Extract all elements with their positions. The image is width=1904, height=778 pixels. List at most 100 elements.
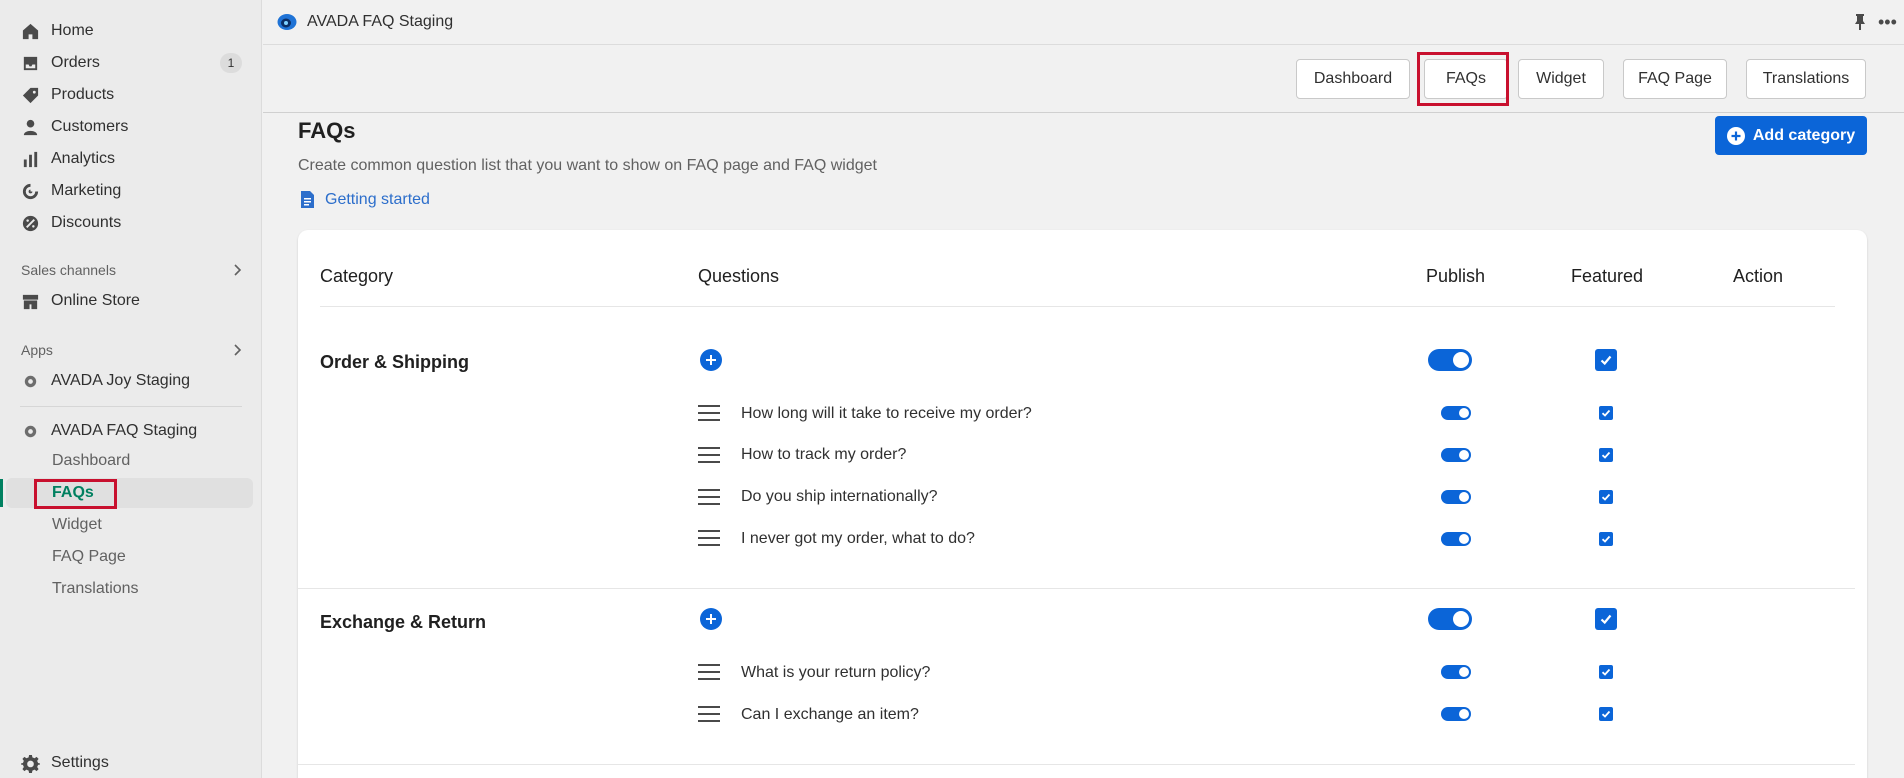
sidebar: Home Orders 1 Products Customers Analyti…	[0, 0, 262, 778]
tab-faq-page[interactable]: FAQ Page	[1623, 59, 1727, 99]
getting-started-link[interactable]: Getting started	[300, 190, 430, 209]
question-text[interactable]: Can I exchange an item?	[741, 706, 919, 724]
column-header-questions: Questions	[698, 266, 780, 286]
plus-circle-icon	[1726, 126, 1745, 145]
question-publish-toggle[interactable]	[1441, 665, 1471, 679]
sales-channels-label: Sales channels	[21, 262, 116, 278]
drag-handle-icon[interactable]	[698, 446, 720, 464]
sub-item-active-background	[6, 478, 253, 508]
category-publish-toggle[interactable]	[1428, 608, 1472, 630]
drag-handle-icon[interactable]	[698, 404, 720, 422]
person-icon	[20, 117, 40, 137]
sidebar-item-marketing[interactable]: Marketing	[20, 176, 252, 206]
category-divider	[298, 588, 1855, 589]
category-featured-checkbox[interactable]	[1595, 349, 1617, 371]
sidebar-subitem-faqs[interactable]: FAQs	[52, 479, 94, 507]
add-question-button[interactable]	[700, 349, 722, 371]
question-text[interactable]: I never got my order, what to do?	[741, 530, 975, 548]
sidebar-item-label: AVADA Joy Staging	[51, 372, 191, 389]
tab-widget[interactable]: Widget	[1518, 59, 1604, 99]
question-featured-checkbox[interactable]	[1599, 665, 1613, 679]
column-header-publish: Publish	[1426, 266, 1486, 286]
drag-handle-icon[interactable]	[698, 529, 720, 547]
category-divider	[298, 764, 1855, 765]
sidebar-subitem-widget[interactable]: Widget	[52, 511, 102, 539]
apps-label: Apps	[21, 342, 53, 358]
sidebar-item-discounts[interactable]: Discounts	[20, 208, 252, 238]
drag-handle-icon[interactable]	[698, 663, 720, 681]
question-publish-toggle[interactable]	[1441, 490, 1471, 504]
sidebar-item-customers[interactable]: Customers	[20, 112, 252, 142]
app-logo-icon	[277, 14, 297, 30]
chevron-right-icon	[234, 344, 242, 356]
chevron-right-icon	[234, 264, 242, 276]
sidebar-item-label: AVADA FAQ Staging	[51, 422, 198, 439]
question-text[interactable]: Do you ship internationally?	[741, 488, 938, 506]
category-publish-toggle[interactable]	[1428, 349, 1472, 371]
tab-faqs[interactable]: FAQs	[1424, 59, 1508, 99]
sidebar-item-label: Home	[51, 22, 94, 39]
category-name: Exchange & Return	[320, 612, 487, 632]
question-publish-toggle[interactable]	[1441, 532, 1471, 546]
plus-icon	[706, 355, 716, 365]
sidebar-item-online-store[interactable]: Online Store	[20, 286, 252, 316]
sidebar-item-label: Orders	[51, 54, 100, 71]
add-question-button[interactable]	[700, 608, 722, 630]
add-category-button[interactable]: Add category	[1715, 116, 1867, 155]
sub-item-active-indicator	[0, 479, 3, 507]
sidebar-item-products[interactable]: Products	[20, 80, 252, 110]
question-publish-toggle[interactable]	[1441, 406, 1471, 420]
sidebar-item-label: Online Store	[51, 292, 140, 309]
store-icon	[20, 291, 40, 311]
apps-header[interactable]: Apps	[21, 340, 243, 360]
question-publish-toggle[interactable]	[1441, 707, 1471, 721]
orders-icon	[20, 53, 40, 73]
question-text[interactable]: What is your return policy?	[741, 664, 930, 682]
more-options-icon[interactable]: •••	[1878, 13, 1898, 31]
app-title: AVADA FAQ Staging	[307, 13, 454, 30]
drag-handle-icon[interactable]	[698, 488, 720, 506]
pin-icon[interactable]	[1852, 13, 1868, 31]
sidebar-divider	[20, 406, 242, 407]
sidebar-item-home[interactable]: Home	[20, 16, 252, 46]
drag-handle-icon[interactable]	[698, 705, 720, 723]
tag-icon	[20, 85, 40, 105]
sidebar-item-analytics[interactable]: Analytics	[20, 144, 252, 174]
sidebar-item-label: Discounts	[51, 214, 122, 231]
sidebar-subitem-dashboard[interactable]: Dashboard	[52, 447, 130, 475]
question-featured-checkbox[interactable]	[1599, 532, 1613, 546]
check-icon	[1601, 451, 1611, 459]
question-text[interactable]: How long will it take to receive my orde…	[741, 405, 1032, 423]
question-featured-checkbox[interactable]	[1599, 448, 1613, 462]
question-featured-checkbox[interactable]	[1599, 406, 1613, 420]
target-icon	[20, 181, 40, 201]
tab-dashboard[interactable]: Dashboard	[1296, 59, 1410, 99]
app-topbar: AVADA FAQ Staging •••	[263, 0, 1904, 45]
sidebar-item-settings[interactable]: Settings	[20, 748, 252, 778]
question-text[interactable]: How to track my order?	[741, 446, 906, 464]
question-featured-checkbox[interactable]	[1599, 490, 1613, 504]
sidebar-item-label: Products	[51, 86, 115, 103]
sidebar-subitem-translations[interactable]: Translations	[52, 575, 139, 603]
sidebar-item-avada-joy[interactable]: AVADA Joy Staging	[20, 366, 252, 396]
sidebar-item-avada-faq[interactable]: AVADA FAQ Staging	[20, 416, 252, 446]
column-header-category: Category	[320, 266, 394, 286]
app-nav-bar: Dashboard FAQs Widget FAQ Page Translati…	[263, 46, 1904, 113]
page-title: FAQs	[298, 118, 356, 143]
gear-icon	[20, 753, 40, 773]
home-icon	[20, 21, 40, 41]
bar-chart-icon	[20, 149, 40, 169]
tab-translations[interactable]: Translations	[1746, 59, 1866, 99]
check-icon	[1601, 535, 1611, 543]
sidebar-item-label: Settings	[51, 754, 109, 771]
sales-channels-header[interactable]: Sales channels	[21, 260, 243, 280]
getting-started-label: Getting started	[325, 190, 430, 208]
faq-table-card: Category Questions Publish Featured Acti…	[298, 230, 1867, 778]
page-description: Create common question list that you wan…	[298, 157, 877, 174]
sidebar-subitem-faq-page[interactable]: FAQ Page	[52, 543, 126, 571]
category-featured-checkbox[interactable]	[1595, 608, 1617, 630]
check-icon	[1601, 668, 1611, 676]
sidebar-item-orders[interactable]: Orders 1	[20, 48, 252, 78]
question-featured-checkbox[interactable]	[1599, 707, 1613, 721]
question-publish-toggle[interactable]	[1441, 448, 1471, 462]
